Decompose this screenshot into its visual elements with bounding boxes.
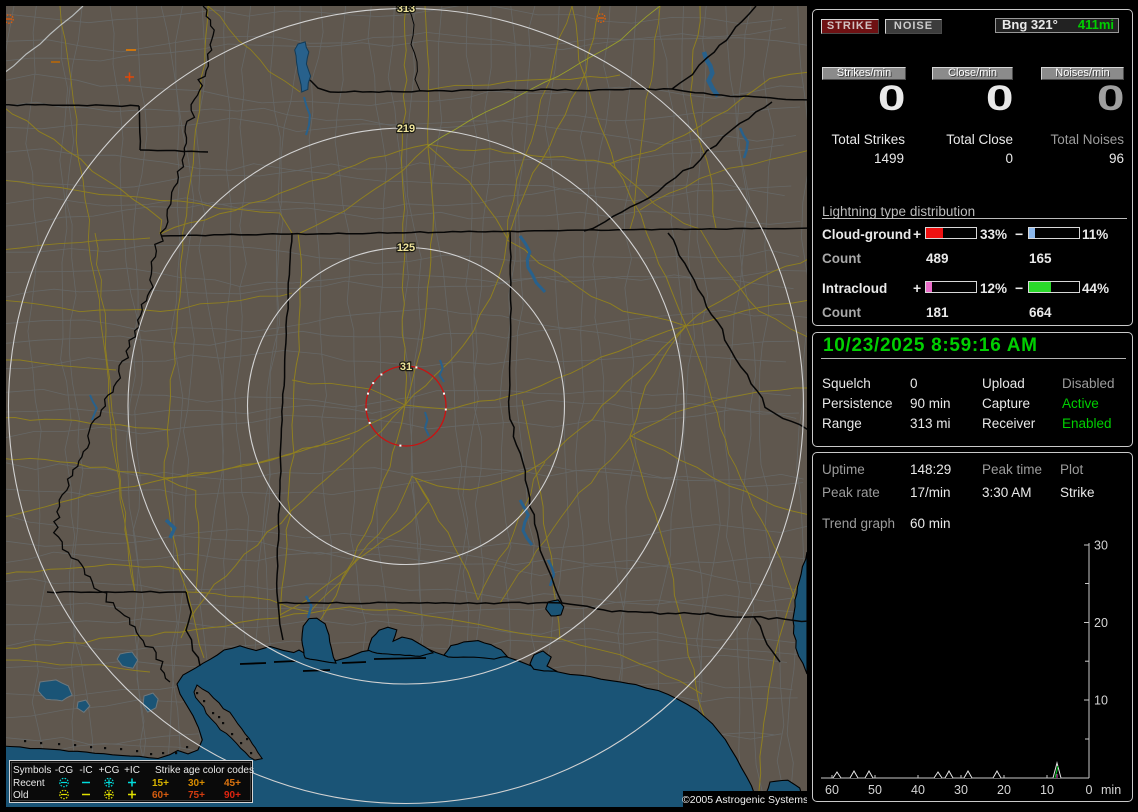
svg-text:30+: 30+ <box>188 778 205 789</box>
svg-text:75+: 75+ <box>188 790 205 801</box>
svg-text:50: 50 <box>868 783 882 797</box>
svg-text:60+: 60+ <box>152 790 169 801</box>
svg-text:©2005 Astrogenic Systems: ©2005 Astrogenic Systems <box>682 794 807 806</box>
svg-text:+CG: +CG <box>99 765 120 776</box>
svg-text:Strike age color codes: Strike age color codes <box>155 765 254 776</box>
svg-text:60: 60 <box>825 783 839 797</box>
svg-text:313: 313 <box>397 6 415 15</box>
svg-text:10: 10 <box>1094 694 1108 708</box>
svg-text:0: 0 <box>1086 783 1093 797</box>
svg-text:+IC: +IC <box>124 765 140 776</box>
svg-text:219: 219 <box>397 123 415 135</box>
svg-text:10: 10 <box>1040 783 1054 797</box>
svg-text:30: 30 <box>1094 539 1108 553</box>
svg-text:-IC: -IC <box>79 765 92 776</box>
svg-text:15+: 15+ <box>152 778 169 789</box>
svg-text:40: 40 <box>911 783 925 797</box>
svg-text:90+: 90+ <box>224 790 241 801</box>
svg-text:45+: 45+ <box>224 778 241 789</box>
svg-text:Recent: Recent <box>13 778 45 789</box>
svg-text:min: min <box>1101 783 1121 797</box>
svg-text:31: 31 <box>400 361 412 373</box>
svg-text:20: 20 <box>1094 616 1108 630</box>
svg-text:20: 20 <box>997 783 1011 797</box>
svg-text:125: 125 <box>397 242 415 254</box>
svg-text:Old: Old <box>13 790 29 801</box>
svg-text:Symbols: Symbols <box>13 765 51 776</box>
svg-text:-CG: -CG <box>55 765 74 776</box>
svg-text:30: 30 <box>954 783 968 797</box>
